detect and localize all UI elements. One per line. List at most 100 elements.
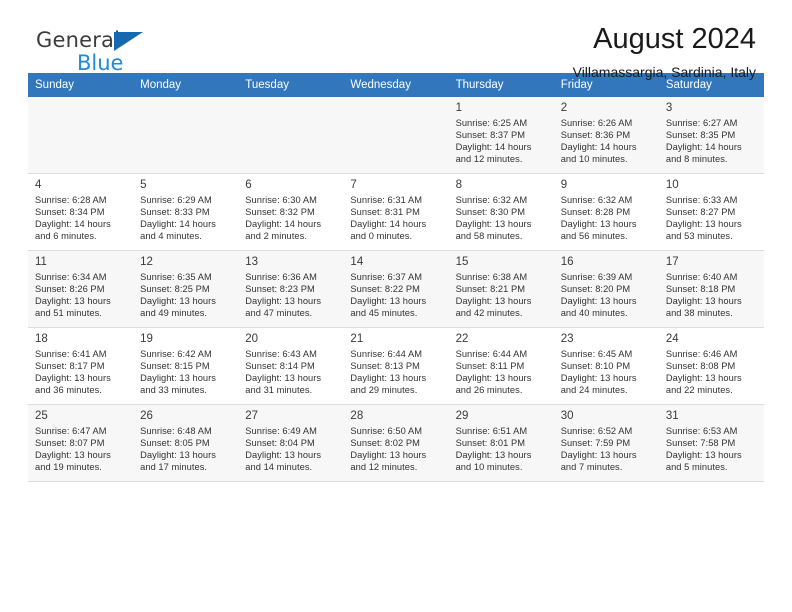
calendar-week-row: 4 Sunrise: 6:28 AM Sunset: 8:34 PM Daylight… <box>28 173 764 251</box>
sunrise-time: Sunrise: 6:27 AM <box>665 118 738 128</box>
day-number: 25 <box>35 410 48 422</box>
calendar-day-cell[interactable]: 2 Sunrise: 6:26 AM Sunset: 8:36 PM Daylight… <box>553 97 659 174</box>
daylight-duration-line1: Daylight: 13 hours <box>350 450 427 461</box>
daylight-duration-line2: and 12 minutes. <box>350 462 418 473</box>
calendar-day-cell[interactable]: 20 Sunrise: 6:43 AM Sunset: 8:14 PM Dayligh… <box>238 327 344 405</box>
sunrise-time: Sunrise: 6:33 AM <box>665 195 738 205</box>
daylight-duration-line1: Daylight: 13 hours <box>140 450 216 461</box>
sunrise-time: Sunrise: 6:44 AM <box>350 349 423 359</box>
calendar-day-cell[interactable]: 3 Sunrise: 6:27 AM Sunset: 8:35 PM Daylight… <box>658 97 764 174</box>
calendar-day-cell[interactable]: 19 Sunrise: 6:42 AM Sunset: 8:15 PM Dayligh… <box>133 327 239 405</box>
sunset-time: Sunset: 8:27 PM <box>665 207 736 218</box>
sunrise-time: Sunrise: 6:45 AM <box>560 349 633 359</box>
day-cell-content: 4 Sunrise: 6:28 AM Sunset: 8:34 PM Daylight… <box>28 174 133 246</box>
calendar-day-cell[interactable]: 26 Sunrise: 6:48 AM Sunset: 8:05 PM Dayligh… <box>133 404 239 482</box>
calendar-day-cell[interactable]: 7 Sunrise: 6:31 AM Sunset: 8:31 PM Daylight… <box>343 173 449 251</box>
day-number: 6 <box>245 179 252 191</box>
sunset-time: Sunset: 8:21 PM <box>455 284 526 295</box>
calendar-day-cell[interactable]: 9 Sunrise: 6:32 AM Sunset: 8:28 PM Daylight… <box>553 173 659 251</box>
sunrise-time: Sunrise: 6:42 AM <box>140 349 212 359</box>
calendar-day-cell[interactable]: 1 Sunrise: 6:25 AM Sunset: 8:37 PM Daylight… <box>448 97 554 174</box>
title-block: August 2024 Villamassargia, Sardinia, It… <box>573 22 756 82</box>
daylight-duration-line1: Daylight: 13 hours <box>140 373 216 384</box>
daylight-duration-line2: and 17 minutes. <box>140 462 208 473</box>
day-number: 30 <box>560 410 574 422</box>
sunset-time: Sunset: 7:58 PM <box>665 438 736 449</box>
calendar-day-cell[interactable]: 10 Sunrise: 6:33 AM Sunset: 8:27 PM Dayligh… <box>658 173 764 251</box>
day-number: 22 <box>455 333 469 345</box>
brand-logo[interactable]: General Blue <box>36 28 186 74</box>
daylight-duration-line1: Daylight: 14 hours <box>140 219 216 230</box>
sunset-time: Sunset: 8:15 PM <box>140 361 210 372</box>
day-number: 19 <box>140 333 153 345</box>
brand-logo-top-row: General <box>36 28 186 52</box>
calendar-day-cell[interactable]: 15 Sunrise: 6:38 AM Sunset: 8:21 PM Dayligh… <box>448 250 554 328</box>
day-cell-content: 16 Sunrise: 6:39 AM Sunset: 8:20 PM Dayligh… <box>554 251 659 323</box>
day-cell-content <box>133 97 238 169</box>
sunset-time: Sunset: 8:07 PM <box>35 438 105 449</box>
day-cell-content: 6 Sunrise: 6:30 AM Sunset: 8:32 PM Daylight… <box>238 174 343 246</box>
calendar-day-cell[interactable]: 27 Sunrise: 6:49 AM Sunset: 8:04 PM Dayligh… <box>238 404 344 482</box>
sunrise-time: Sunrise: 6:36 AM <box>245 272 317 282</box>
daylight-duration-line1: Daylight: 14 hours <box>665 142 742 153</box>
calendar-day-cell[interactable]: 23 Sunrise: 6:45 AM Sunset: 8:10 PM Dayligh… <box>553 327 659 405</box>
calendar-day-cell[interactable]: 17 Sunrise: 6:40 AM Sunset: 8:18 PM Dayligh… <box>658 250 764 328</box>
daylight-duration-line1: Daylight: 14 hours <box>455 142 532 153</box>
calendar-day-cell[interactable]: 4 Sunrise: 6:28 AM Sunset: 8:34 PM Daylight… <box>28 173 134 251</box>
daylight-duration-line2: and 42 minutes. <box>455 308 523 319</box>
calendar-day-cell[interactable]: 12 Sunrise: 6:35 AM Sunset: 8:25 PM Dayligh… <box>133 250 239 328</box>
calendar-day-cell[interactable]: 14 Sunrise: 6:37 AM Sunset: 8:22 PM Dayligh… <box>343 250 449 328</box>
sunrise-time: Sunrise: 6:29 AM <box>140 195 212 205</box>
sunrise-time: Sunrise: 6:31 AM <box>350 195 423 205</box>
calendar-day-cell[interactable]: 24 Sunrise: 6:46 AM Sunset: 8:08 PM Dayligh… <box>658 327 764 405</box>
sunrise-time: Sunrise: 6:35 AM <box>140 272 212 282</box>
calendar-day-cell-empty <box>28 97 134 174</box>
day-number: 17 <box>665 256 679 268</box>
day-number: 14 <box>350 256 364 268</box>
calendar-day-cell[interactable]: 22 Sunrise: 6:44 AM Sunset: 8:11 PM Dayligh… <box>448 327 554 405</box>
calendar-day-cell[interactable]: 6 Sunrise: 6:30 AM Sunset: 8:32 PM Daylight… <box>238 173 344 251</box>
sunrise-time: Sunrise: 6:40 AM <box>665 272 738 282</box>
calendar-day-cell[interactable]: 13 Sunrise: 6:36 AM Sunset: 8:23 PM Dayligh… <box>238 250 344 328</box>
sunrise-time: Sunrise: 6:48 AM <box>140 426 212 436</box>
day-cell-content: 29 Sunrise: 6:51 AM Sunset: 8:01 PM Dayligh… <box>449 405 554 477</box>
calendar-page: General Blue August 2024 Villamassargia,… <box>0 0 792 612</box>
day-number: 3 <box>665 102 673 114</box>
calendar-day-cell[interactable]: 16 Sunrise: 6:39 AM Sunset: 8:20 PM Dayligh… <box>553 250 659 328</box>
sunset-time: Sunset: 7:59 PM <box>560 438 631 449</box>
day-number: 16 <box>560 256 574 268</box>
sunset-time: Sunset: 8:31 PM <box>350 207 420 218</box>
day-number: 12 <box>140 256 153 268</box>
calendar-body: 1 Sunrise: 6:25 AM Sunset: 8:37 PM Daylight… <box>28 97 764 482</box>
daylight-duration-line1: Daylight: 13 hours <box>560 373 637 384</box>
sunrise-time: Sunrise: 6:32 AM <box>455 195 528 205</box>
daylight-duration-line1: Daylight: 13 hours <box>35 296 111 307</box>
page-subtitle-location: Villamassargia, Sardinia, Italy <box>572 64 756 80</box>
calendar-day-cell[interactable]: 11 Sunrise: 6:34 AM Sunset: 8:26 PM Dayligh… <box>28 250 134 328</box>
calendar-day-cell[interactable]: 30 Sunrise: 6:52 AM Sunset: 7:59 PM Dayligh… <box>553 404 659 482</box>
daylight-duration-line2: and 31 minutes. <box>245 385 313 396</box>
sunrise-time: Sunrise: 6:53 AM <box>665 426 738 436</box>
calendar-day-cell[interactable]: 8 Sunrise: 6:32 AM Sunset: 8:30 PM Daylight… <box>448 173 554 251</box>
daylight-duration-line2: and 10 minutes. <box>455 462 523 473</box>
calendar-day-cell[interactable]: 5 Sunrise: 6:29 AM Sunset: 8:33 PM Daylight… <box>133 173 239 251</box>
day-cell-content: 31 Sunrise: 6:53 AM Sunset: 7:58 PM Dayligh… <box>659 405 764 477</box>
sunset-time: Sunset: 8:22 PM <box>350 284 420 295</box>
daylight-duration-line1: Daylight: 13 hours <box>665 450 742 461</box>
calendar-day-cell[interactable]: 28 Sunrise: 6:50 AM Sunset: 8:02 PM Dayligh… <box>343 404 449 482</box>
day-cell-content: 30 Sunrise: 6:52 AM Sunset: 7:59 PM Dayligh… <box>554 405 659 477</box>
day-cell-content: 10 Sunrise: 6:33 AM Sunset: 8:27 PM Dayligh… <box>659 174 764 246</box>
calendar-day-cell[interactable]: 31 Sunrise: 6:53 AM Sunset: 7:58 PM Dayligh… <box>658 404 764 482</box>
calendar-day-cell[interactable]: 25 Sunrise: 6:47 AM Sunset: 8:07 PM Dayligh… <box>28 404 134 482</box>
sunrise-time: Sunrise: 6:50 AM <box>350 426 423 436</box>
calendar-day-cell[interactable]: 29 Sunrise: 6:51 AM Sunset: 8:01 PM Dayligh… <box>448 404 554 482</box>
sunset-time: Sunset: 8:32 PM <box>245 207 315 218</box>
daylight-duration-line1: Daylight: 13 hours <box>455 296 532 307</box>
calendar-day-cell[interactable]: 21 Sunrise: 6:44 AM Sunset: 8:13 PM Dayligh… <box>343 327 449 405</box>
weekday-header-tuesday: Tuesday <box>238 73 344 97</box>
day-number: 29 <box>455 410 469 422</box>
day-cell-content: 28 Sunrise: 6:50 AM Sunset: 8:02 PM Dayligh… <box>343 405 448 477</box>
day-cell-content: 8 Sunrise: 6:32 AM Sunset: 8:30 PM Daylight… <box>449 174 554 246</box>
calendar-day-cell[interactable]: 18 Sunrise: 6:41 AM Sunset: 8:17 PM Dayligh… <box>28 327 134 405</box>
daylight-duration-line2: and 5 minutes. <box>665 462 728 473</box>
